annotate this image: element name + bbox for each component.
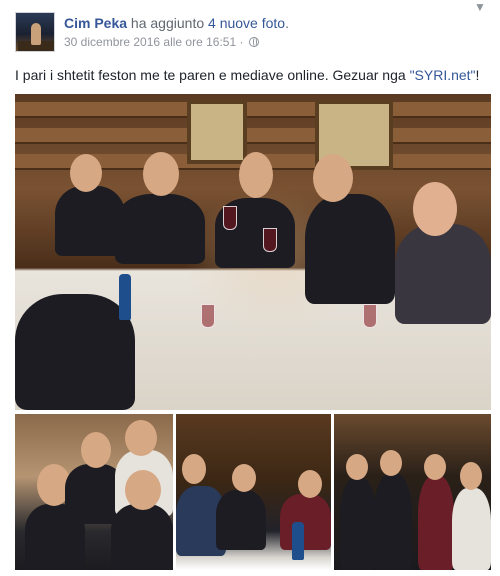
group-head: [232, 464, 256, 492]
globe-icon[interactable]: [248, 37, 259, 47]
group-head: [182, 454, 206, 484]
standing-head: [380, 450, 402, 476]
post-caption: I pari i shtetit feston me te paren e me…: [15, 66, 479, 84]
selfie-head: [125, 470, 161, 510]
selfie-head: [125, 420, 157, 456]
selfie-head: [81, 432, 111, 468]
standing-person: [452, 488, 491, 570]
group-dinner-main-photo[interactable]: [15, 94, 491, 410]
log-wall-beam: [15, 102, 491, 118]
diner-head: [413, 182, 457, 236]
diner-person: [305, 194, 395, 304]
group-head: [298, 470, 322, 498]
caption-text: I pari i shtetit feston me te paren e me…: [15, 67, 410, 83]
action-prefix-text: ha aggiunto: [127, 15, 209, 31]
diner-person-foreground: [15, 294, 135, 410]
standing-head: [346, 454, 368, 480]
author-name-link[interactable]: Cim Peka: [64, 15, 127, 31]
selfie-thumbnail[interactable]: [15, 414, 173, 570]
selfie-person: [111, 504, 173, 570]
post-timestamp-link[interactable]: 30 dicembre 2016 alle ore 16:51: [64, 35, 236, 49]
diner-person: [395, 224, 491, 324]
wine-glass: [263, 228, 277, 252]
diner-head: [313, 154, 353, 202]
caption-end: !: [475, 67, 480, 83]
diner-head: [239, 152, 273, 198]
author-avatar[interactable]: [15, 12, 55, 52]
meta-separator: ·: [236, 35, 247, 49]
restaurant-group-thumbnail[interactable]: [176, 414, 331, 570]
chevron-down-icon[interactable]: ▼: [474, 0, 486, 14]
wine-glass: [223, 206, 237, 230]
facebook-post: Cim Peka ha aggiunto 4 nuove foto. 30 di…: [0, 0, 500, 576]
group-person: [280, 494, 331, 550]
water-bottle: [292, 522, 304, 560]
standing-person: [374, 474, 412, 570]
standing-group-thumbnail[interactable]: [334, 414, 491, 570]
wine-glass: [201, 304, 215, 328]
wine-glass: [363, 304, 377, 328]
log-wall-beam: [15, 128, 491, 144]
water-bottle: [119, 274, 131, 320]
standing-person: [418, 476, 454, 570]
new-photos-link[interactable]: 4 nuove foto: [208, 15, 285, 31]
group-person: [216, 490, 266, 550]
avatar-figure-shape: [31, 23, 41, 45]
post-title-line: Cim Peka ha aggiunto 4 nuove foto.: [64, 14, 484, 32]
wall-painting: [187, 100, 247, 164]
syri-net-link[interactable]: "SYRI.net": [410, 67, 476, 83]
post-timestamp-line: 30 dicembre 2016 alle ore 16:51 ·: [64, 34, 484, 50]
diner-head: [143, 152, 179, 196]
diner-head: [70, 154, 102, 192]
diner-person: [115, 194, 205, 264]
post-meta: Cim Peka ha aggiunto 4 nuove foto. 30 di…: [64, 14, 484, 50]
standing-head: [460, 462, 482, 490]
action-suffix-text: .: [285, 15, 289, 31]
standing-person: [340, 478, 376, 570]
standing-head: [424, 454, 446, 480]
